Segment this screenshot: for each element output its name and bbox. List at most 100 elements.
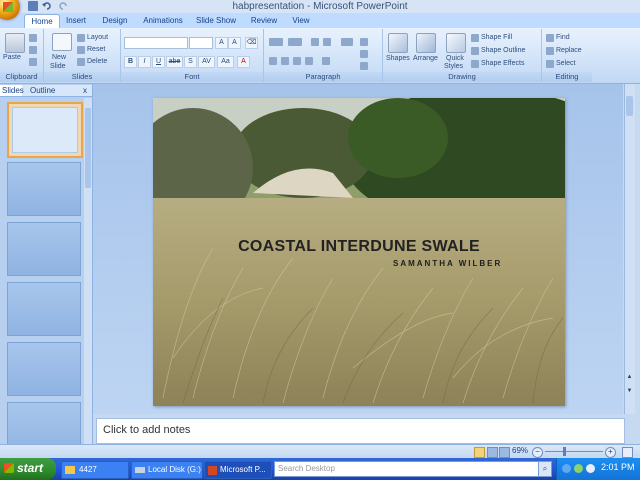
decrease-indent-icon[interactable] — [311, 38, 319, 46]
zoom-slider-thumb[interactable] — [563, 447, 566, 456]
slide-thumbnail[interactable] — [7, 282, 81, 336]
slide-thumbnail[interactable] — [7, 342, 81, 396]
vertical-scroll-thumb[interactable] — [626, 96, 633, 116]
new-slide-label[interactable]: New — [52, 54, 66, 61]
security-icon[interactable] — [574, 464, 583, 473]
zoom-in-icon[interactable]: + — [605, 447, 616, 458]
quick-styles-icon[interactable] — [446, 33, 466, 53]
shrink-font-button[interactable]: A — [228, 37, 241, 49]
underline-button[interactable]: U — [152, 56, 165, 68]
cut-icon[interactable] — [29, 34, 37, 42]
arrange-icon[interactable] — [416, 33, 436, 53]
search-icon[interactable]: ⌕ — [538, 461, 552, 477]
new-slide-label-2[interactable]: Slide — [50, 63, 66, 70]
slides-pane-scroll-thumb[interactable] — [85, 108, 91, 188]
slide-canvas[interactable]: COASTAL INTERDUNE SWALE SAMANTHA WILBER — [153, 98, 565, 406]
shape-outline-icon[interactable] — [471, 47, 479, 55]
tab-slides[interactable]: Slides — [0, 85, 24, 96]
font-name-field[interactable] — [124, 37, 188, 49]
replace-icon[interactable] — [546, 47, 554, 55]
shape-effects-icon[interactable] — [471, 60, 479, 68]
paste-label[interactable]: Paste — [3, 54, 21, 61]
bullets-icon[interactable] — [269, 38, 283, 46]
layout-button[interactable]: Layout — [87, 34, 108, 41]
slide-subtitle[interactable]: SAMANTHA WILBER — [393, 259, 502, 268]
notes-pane[interactable]: Click to add notes — [96, 418, 625, 444]
start-label[interactable]: start — [17, 461, 43, 475]
clear-formatting-button[interactable]: ⌫ — [245, 37, 258, 49]
quick-styles-label[interactable]: Quick — [446, 55, 464, 62]
volume-icon[interactable] — [586, 464, 595, 473]
notes-placeholder[interactable]: Click to add notes — [103, 424, 190, 436]
align-center-icon[interactable] — [281, 57, 289, 65]
grow-font-button[interactable]: A — [215, 37, 228, 49]
shape-outline-button[interactable]: Shape Outline — [481, 47, 525, 54]
shape-effects-button[interactable]: Shape Effects — [481, 60, 524, 67]
align-text-icon[interactable] — [360, 50, 368, 58]
reset-icon[interactable] — [77, 46, 85, 54]
change-case-button[interactable]: Aa — [217, 56, 234, 68]
align-right-icon[interactable] — [293, 57, 301, 65]
tab-slide-show[interactable]: Slide Show — [193, 13, 239, 28]
close-pane-button[interactable]: x — [83, 85, 91, 96]
strikethrough-button[interactable]: abe — [166, 56, 183, 68]
slide-show-icon[interactable] — [499, 447, 510, 458]
slide-thumbnail[interactable] — [7, 222, 81, 276]
paste-icon[interactable] — [5, 33, 25, 53]
tab-review[interactable]: Review — [247, 13, 281, 28]
increase-indent-icon[interactable] — [323, 38, 331, 46]
arrange-label[interactable]: Arrange — [413, 55, 438, 62]
delete-icon[interactable] — [77, 58, 85, 66]
text-direction-icon[interactable] — [360, 38, 368, 46]
vertical-scrollbar[interactable]: ▲ ▼ — [624, 84, 635, 414]
format-painter-icon[interactable] — [29, 58, 37, 66]
slide-title[interactable]: COASTAL INTERDUNE SWALE — [153, 238, 565, 256]
zoom-out-icon[interactable]: − — [532, 447, 543, 458]
replace-button[interactable]: Replace — [556, 47, 582, 54]
copy-icon[interactable] — [29, 46, 37, 54]
tab-home[interactable]: Home — [24, 14, 60, 29]
reset-button[interactable]: Reset — [87, 46, 105, 53]
desktop-search-input[interactable]: Search Desktop — [274, 461, 552, 477]
save-icon[interactable] — [28, 1, 38, 11]
clock[interactable]: 2:01 PM — [601, 462, 635, 472]
bold-button[interactable]: B — [124, 56, 137, 68]
shapes-icon[interactable] — [388, 33, 408, 53]
undo-icon[interactable] — [42, 1, 52, 11]
layout-icon[interactable] — [77, 34, 85, 42]
shadow-button[interactable]: S — [184, 56, 197, 68]
next-slide-icon[interactable]: ▼ — [626, 388, 633, 396]
slide-thumbnail[interactable] — [7, 102, 83, 158]
italic-button[interactable]: I — [138, 56, 151, 68]
numbering-icon[interactable] — [288, 38, 302, 46]
tab-insert[interactable]: Insert — [62, 13, 90, 28]
find-icon[interactable] — [546, 34, 554, 42]
align-left-icon[interactable] — [269, 57, 277, 65]
tab-view[interactable]: View — [288, 13, 314, 28]
previous-slide-icon[interactable]: ▲ — [626, 374, 633, 382]
select-button[interactable]: Select — [556, 60, 575, 67]
quick-styles-label-2[interactable]: Styles — [444, 63, 463, 70]
slides-pane-scrollbar[interactable] — [84, 98, 92, 444]
tab-animations[interactable]: Animations — [140, 13, 186, 28]
font-size-field[interactable] — [189, 37, 213, 49]
taskbar-item-powerpoint[interactable]: Microsoft P... — [204, 461, 272, 479]
zoom-slider[interactable] — [545, 451, 603, 452]
justify-icon[interactable] — [305, 57, 313, 65]
taskbar-item-local-disk[interactable]: Local Disk (G:) — [131, 461, 203, 479]
smartart-icon[interactable] — [360, 62, 368, 70]
new-slide-icon[interactable] — [52, 33, 72, 51]
line-spacing-icon[interactable] — [341, 38, 353, 46]
columns-icon[interactable] — [322, 57, 330, 65]
network-icon[interactable] — [562, 464, 571, 473]
delete-button[interactable]: Delete — [87, 58, 107, 65]
shape-fill-icon[interactable] — [471, 34, 479, 42]
shape-fill-button[interactable]: Shape Fill — [481, 34, 512, 41]
normal-view-icon[interactable] — [474, 447, 485, 458]
find-button[interactable]: Find — [556, 34, 570, 41]
char-spacing-button[interactable]: AV — [198, 56, 215, 68]
font-color-button[interactable]: A — [237, 56, 250, 68]
taskbar-item-folder[interactable]: 4427 — [61, 461, 129, 479]
zoom-level[interactable]: 69% — [512, 446, 528, 455]
shapes-label[interactable]: Shapes — [386, 55, 410, 62]
